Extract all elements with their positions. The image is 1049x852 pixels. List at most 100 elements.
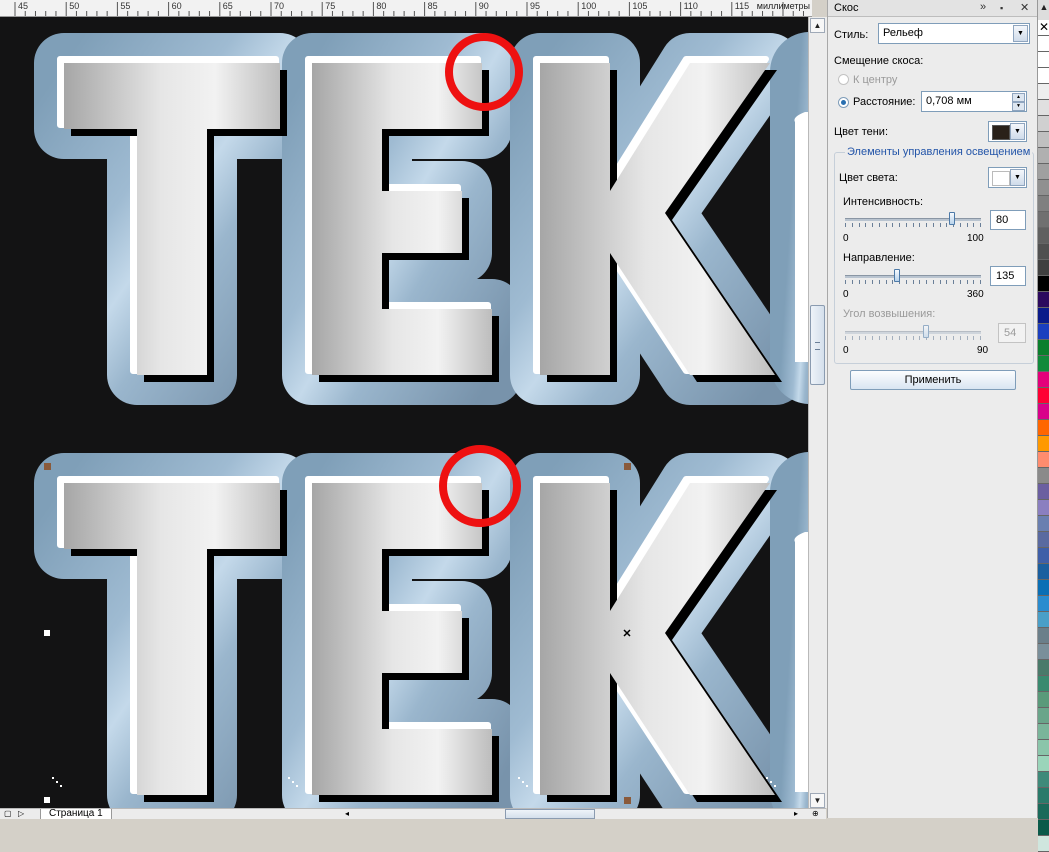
scroll-down-button[interactable]: ▼ xyxy=(810,793,825,808)
to-center-radio[interactable] xyxy=(838,74,849,85)
palette-scroll-up-icon[interactable]: ▲ xyxy=(1038,0,1049,14)
intensity-slider-thumb[interactable] xyxy=(949,212,955,225)
color-swatch[interactable] xyxy=(1038,772,1049,788)
spin-down-icon[interactable]: ▼ xyxy=(1012,102,1025,111)
distance-input[interactable]: 0,708 мм ▲ ▼ xyxy=(921,91,1027,112)
intensity-slider[interactable] xyxy=(845,210,981,228)
chevron-down-icon[interactable]: ▼ xyxy=(1010,123,1025,140)
color-swatch[interactable] xyxy=(1038,132,1049,148)
color-swatch[interactable] xyxy=(1038,484,1049,500)
ruler-number: 50 xyxy=(69,1,80,11)
color-swatch[interactable] xyxy=(1038,420,1049,436)
close-icon[interactable]: ✕ xyxy=(1020,1,1029,14)
color-swatch[interactable] xyxy=(1038,692,1049,708)
color-swatch[interactable] xyxy=(1038,372,1049,388)
color-swatch[interactable] xyxy=(1038,468,1049,484)
color-swatch[interactable] xyxy=(1038,500,1049,516)
altitude-slider-thumb xyxy=(923,325,929,338)
color-swatch[interactable] xyxy=(1038,724,1049,740)
color-swatch[interactable] xyxy=(1038,84,1049,100)
color-swatch[interactable] xyxy=(1038,292,1049,308)
color-swatch[interactable] xyxy=(1038,628,1049,644)
spin-up-icon[interactable]: ▲ xyxy=(1012,93,1025,102)
color-swatch[interactable] xyxy=(1038,244,1049,260)
color-swatch[interactable] xyxy=(1038,340,1049,356)
expand-icon[interactable]: » xyxy=(980,1,986,13)
intensity-input[interactable]: 80 xyxy=(990,210,1026,230)
color-swatch[interactable] xyxy=(1038,452,1049,468)
color-swatch[interactable] xyxy=(1038,180,1049,196)
color-swatch[interactable] xyxy=(1038,740,1049,756)
color-swatch[interactable] xyxy=(1038,52,1049,68)
docker-menu-icon[interactable]: ▪ xyxy=(1000,3,1003,13)
color-swatch[interactable] xyxy=(1038,228,1049,244)
distance-radio[interactable] xyxy=(838,97,849,108)
color-swatch[interactable] xyxy=(1038,596,1049,612)
color-swatch[interactable] xyxy=(1038,436,1049,452)
altitude-slider xyxy=(845,323,981,341)
light-color-label: Цвет света: xyxy=(839,172,898,184)
color-swatch[interactable] xyxy=(1038,756,1049,772)
chevron-down-icon[interactable]: ▼ xyxy=(1010,169,1025,186)
color-swatch[interactable] xyxy=(1038,820,1049,836)
color-swatch[interactable] xyxy=(1038,404,1049,420)
color-swatch[interactable] xyxy=(1038,548,1049,564)
scroll-thumb[interactable] xyxy=(810,305,825,385)
scroll-up-button[interactable]: ▲ xyxy=(810,18,825,33)
bevel-docker: Скос » ▪ ✕ Стиль: Рельеф ▼ Смещение скос… xyxy=(827,0,1038,818)
color-swatch[interactable] xyxy=(1038,708,1049,724)
artwork-word-top[interactable] xyxy=(60,32,808,382)
color-swatch[interactable] xyxy=(1038,324,1049,340)
artwork-word-bottom[interactable] xyxy=(60,452,808,808)
triangle-up-icon: ▲ xyxy=(813,21,822,30)
bevel-offset-label: Смещение скоса: xyxy=(834,55,924,67)
distance-value: 0,708 мм xyxy=(926,95,972,107)
altitude-min: 0 xyxy=(843,345,849,356)
to-center-label[interactable]: К центру xyxy=(853,74,897,86)
color-swatch[interactable] xyxy=(1038,564,1049,580)
color-swatch[interactable] xyxy=(1038,116,1049,132)
ruler-number: 70 xyxy=(274,1,285,11)
docker-title-bar: Скос » ▪ ✕ xyxy=(828,0,1038,17)
color-swatch[interactable] xyxy=(1038,676,1049,692)
distance-label[interactable]: Расстояние: xyxy=(853,96,915,108)
artwork[interactable] xyxy=(0,17,808,808)
vertical-scrollbar[interactable]: ▲ ▼ xyxy=(808,17,827,808)
direction-slider[interactable] xyxy=(845,267,981,285)
color-swatch[interactable] xyxy=(1038,532,1049,548)
color-swatch[interactable] xyxy=(1038,660,1049,676)
color-swatch[interactable] xyxy=(1038,276,1049,292)
drawing-canvas[interactable] xyxy=(0,17,808,808)
color-swatch[interactable] xyxy=(1038,148,1049,164)
grip-icon xyxy=(815,342,820,350)
color-swatch[interactable] xyxy=(1038,356,1049,372)
ruler-unit-label: миллиметры xyxy=(756,1,810,11)
color-swatch[interactable] xyxy=(1038,164,1049,180)
style-dropdown[interactable]: Рельеф ▼ xyxy=(878,23,1030,44)
color-swatch[interactable] xyxy=(1038,212,1049,228)
chevron-down-icon[interactable]: ▼ xyxy=(1013,25,1028,42)
ruler-number: 105 xyxy=(632,1,648,11)
color-swatch[interactable] xyxy=(1038,644,1049,660)
ruler-number: 95 xyxy=(530,1,541,11)
color-swatch[interactable] xyxy=(1038,836,1049,852)
color-swatch[interactable] xyxy=(1038,308,1049,324)
color-swatch[interactable] xyxy=(1038,36,1049,52)
color-swatch[interactable] xyxy=(1038,788,1049,804)
color-swatch[interactable] xyxy=(1038,612,1049,628)
color-swatch[interactable] xyxy=(1038,388,1049,404)
lighting-controls-group: Элементы управления освещением Цвет свет… xyxy=(834,146,1034,364)
color-swatch[interactable] xyxy=(1038,580,1049,596)
light-color-picker[interactable]: ▼ xyxy=(988,167,1027,188)
shadow-color-picker[interactable]: ▼ xyxy=(988,121,1027,142)
color-swatch[interactable] xyxy=(1038,100,1049,116)
direction-slider-thumb[interactable] xyxy=(894,269,900,282)
color-swatch[interactable] xyxy=(1038,68,1049,84)
horizontal-ruler: 45 50 55 60 65 70 75 80 85 90 95 100 105 110 115 милли… xyxy=(0,0,812,17)
direction-input[interactable]: 135 xyxy=(990,266,1026,286)
color-swatch[interactable] xyxy=(1038,516,1049,532)
apply-button[interactable]: Применить xyxy=(850,370,1016,390)
color-swatch[interactable] xyxy=(1038,196,1049,212)
color-swatch[interactable] xyxy=(1038,260,1049,276)
no-color-icon[interactable]: ✕ xyxy=(1038,20,1049,36)
